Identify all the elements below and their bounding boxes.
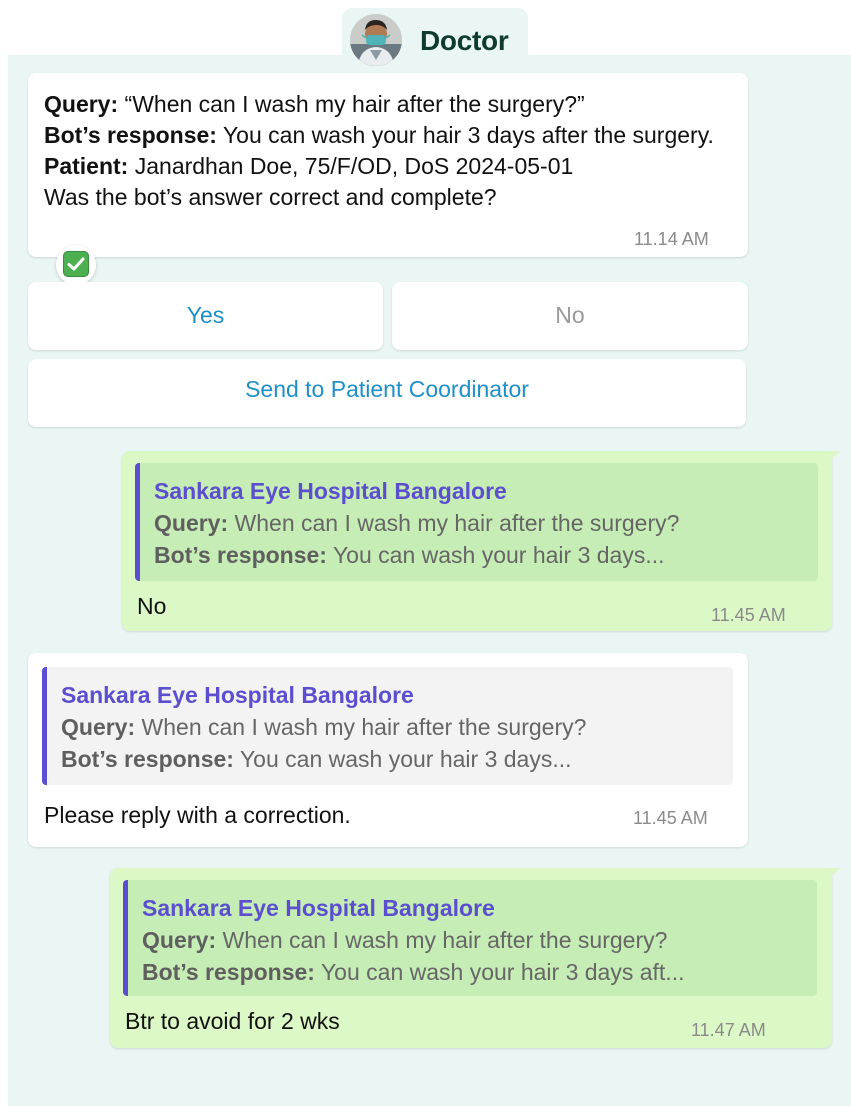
query-label: Query: bbox=[44, 91, 119, 117]
quote-response-label: Bot’s response: bbox=[154, 542, 327, 568]
quote-query-text: When can I wash my hair after the surger… bbox=[216, 927, 668, 953]
incoming-message[interactable]: Sankara Eye Hospital Bangalore Query: Wh… bbox=[28, 653, 748, 847]
bubble-tail bbox=[827, 451, 841, 463]
quote-query-text: When can I wash my hair after the surger… bbox=[228, 510, 680, 536]
message-timestamp: 11.45 AM bbox=[633, 808, 708, 828]
check-mark-icon bbox=[63, 251, 89, 277]
send-to-coordinator-button[interactable]: Send to Patient Coordinator bbox=[28, 359, 746, 427]
message-text: Please reply with a correction. bbox=[44, 802, 351, 828]
chat-title: Doctor bbox=[420, 25, 509, 56]
message-timestamp: 11.14 AM bbox=[634, 229, 709, 249]
query-line: Query: “When can I wash my hair after th… bbox=[44, 89, 732, 120]
bot-question-message[interactable]: Query: “When can I wash my hair after th… bbox=[28, 73, 748, 257]
quote-title: Sankara Eye Hospital Bangalore bbox=[61, 682, 414, 708]
quote-query-line: Query: When can I wash my hair after the… bbox=[154, 507, 818, 539]
message-timestamp: 11.45 AM bbox=[711, 605, 786, 625]
patient-label: Patient: bbox=[44, 153, 129, 179]
quote-title: Sankara Eye Hospital Bangalore bbox=[154, 478, 507, 504]
message-timestamp: 11.47 AM bbox=[691, 1020, 766, 1040]
message-text: No bbox=[137, 593, 167, 619]
quote-response-line: Bot’s response: You can wash your hair 3… bbox=[154, 539, 818, 571]
quoted-message[interactable]: Sankara Eye Hospital Bangalore Query: Wh… bbox=[123, 880, 817, 996]
quote-query-text: When can I wash my hair after the surger… bbox=[135, 714, 587, 740]
outgoing-message[interactable]: Sankara Eye Hospital Bangalore Query: Wh… bbox=[110, 868, 832, 1048]
quote-response-line: Bot’s response: You can wash your hair 3… bbox=[61, 743, 733, 775]
quote-query-label: Query: bbox=[61, 714, 136, 740]
doctor-avatar[interactable] bbox=[350, 14, 402, 66]
no-button[interactable]: No bbox=[392, 282, 748, 350]
quote-response-text: You can wash your hair 3 days... bbox=[233, 746, 572, 772]
patient-text: Janardhan Doe, 75/F/OD, DoS 2024-05-01 bbox=[128, 153, 574, 179]
question-line: Was the bot’s answer correct and complet… bbox=[44, 184, 497, 210]
quote-response-text: You can wash your hair 3 days aft... bbox=[314, 959, 685, 985]
quote-response-label: Bot’s response: bbox=[142, 959, 315, 985]
quote-query-label: Query: bbox=[142, 927, 217, 953]
quote-response-text: You can wash your hair 3 days... bbox=[326, 542, 665, 568]
quote-response-label: Bot’s response: bbox=[61, 746, 234, 772]
message-body: Query: “When can I wash my hair after th… bbox=[44, 89, 732, 213]
response-line: Bot’s response: You can wash your hair 3… bbox=[44, 120, 732, 151]
quote-query-label: Query: bbox=[154, 510, 229, 536]
quoted-message[interactable]: Sankara Eye Hospital Bangalore Query: Wh… bbox=[42, 667, 733, 785]
response-label: Bot’s response: bbox=[44, 122, 217, 148]
outgoing-message[interactable]: Sankara Eye Hospital Bangalore Query: Wh… bbox=[122, 451, 832, 631]
quoted-message[interactable]: Sankara Eye Hospital Bangalore Query: Wh… bbox=[135, 463, 818, 581]
yes-button[interactable]: Yes bbox=[28, 282, 383, 350]
bubble-tail bbox=[827, 868, 841, 880]
quote-response-line: Bot’s response: You can wash your hair 3… bbox=[142, 956, 817, 988]
quote-query-line: Query: When can I wash my hair after the… bbox=[61, 711, 733, 743]
query-text: “When can I wash my hair after the surge… bbox=[118, 91, 585, 117]
response-text: You can wash your hair 3 days after the … bbox=[216, 122, 714, 148]
reaction-badge[interactable] bbox=[56, 245, 96, 285]
patient-line: Patient: Janardhan Doe, 75/F/OD, DoS 202… bbox=[44, 151, 732, 182]
chat-header[interactable]: Doctor bbox=[342, 8, 528, 68]
quote-title: Sankara Eye Hospital Bangalore bbox=[142, 895, 495, 921]
quote-query-line: Query: When can I wash my hair after the… bbox=[142, 924, 817, 956]
message-text: Btr to avoid for 2 wks bbox=[125, 1008, 340, 1034]
